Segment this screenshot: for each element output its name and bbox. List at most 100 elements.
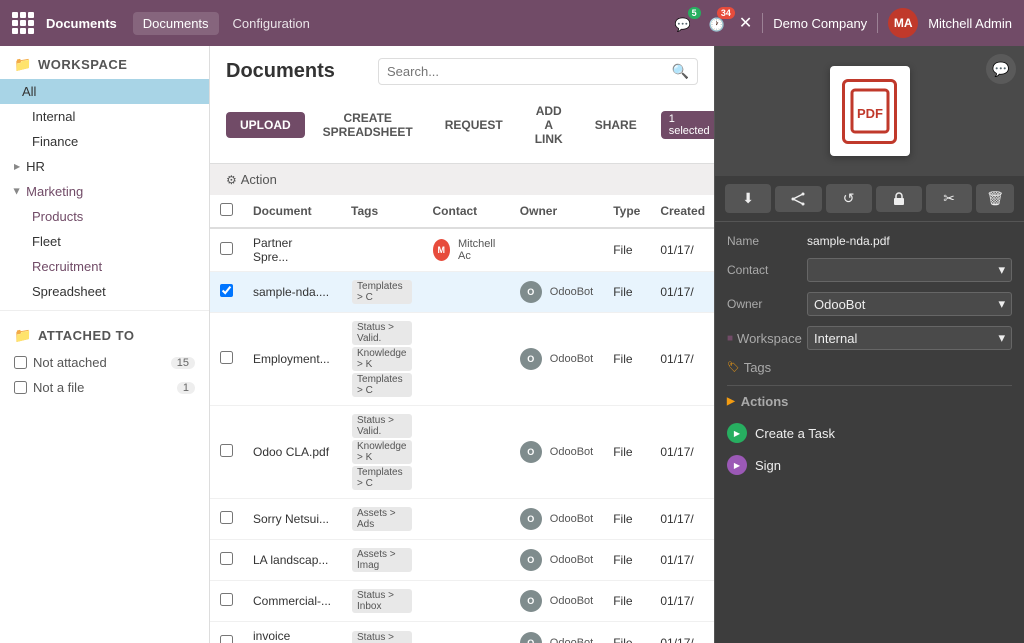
- sidebar-item-hr[interactable]: ▶ HR: [0, 154, 209, 179]
- table-row[interactable]: Employment... Status > Valid. Knowledge …: [210, 313, 714, 406]
- doc-type-7: File: [603, 581, 650, 622]
- activity-notification-btn[interactable]: 🕐 34: [705, 11, 729, 36]
- split-btn[interactable]: ✂: [926, 184, 972, 213]
- folder-orange-icon: 📁: [14, 327, 32, 344]
- tag-pill: Knowledge > K: [352, 347, 411, 371]
- col-document[interactable]: Document: [243, 195, 341, 228]
- doc-type-5: File: [603, 499, 650, 540]
- doc-contact-4: [423, 406, 510, 499]
- sidebar-item-internal[interactable]: Internal: [0, 104, 209, 129]
- company-name: Demo Company: [773, 16, 867, 31]
- user-avatar[interactable]: MA: [888, 8, 918, 38]
- trash-btn[interactable]: 🗑: [976, 184, 1014, 213]
- workspace-select[interactable]: Internal ▾: [807, 326, 1012, 350]
- owner-name-8: OdooBot: [550, 637, 593, 643]
- doc-name-4: Odoo CLA.pdf: [243, 406, 341, 499]
- brand[interactable]: Documents: [46, 16, 117, 31]
- panel-preview: PDF 💬: [715, 46, 1024, 176]
- row-checkbox-7[interactable]: [220, 593, 233, 606]
- page-header: Documents 🔍 UPLOAD CREATE SPREADSHEET RE…: [210, 46, 714, 164]
- row-checkbox-2[interactable]: [220, 284, 233, 297]
- action-button[interactable]: ⚙ Action: [226, 172, 277, 187]
- sidebar-item-fleet[interactable]: Fleet: [0, 229, 209, 254]
- table-row[interactable]: Commercial-... Status > Inbox O OdooBot …: [210, 581, 714, 622]
- not-a-file-checkbox[interactable]: [14, 381, 27, 394]
- owner-select[interactable]: OdooBot ▾: [807, 292, 1012, 316]
- row-checkbox-6[interactable]: [220, 552, 233, 565]
- app-grid-icon[interactable]: [12, 12, 34, 34]
- doc-tags-8: Status > Inbox: [341, 622, 422, 643]
- share-panel-btn[interactable]: [775, 186, 821, 212]
- search-input[interactable]: [387, 64, 672, 79]
- create-spreadsheet-button[interactable]: CREATE SPREADSHEET: [309, 105, 427, 145]
- table-row[interactable]: Odoo CLA.pdf Status > Valid. Knowledge >…: [210, 406, 714, 499]
- sidebar-item-all[interactable]: All: [0, 79, 209, 104]
- owner-name-4: OdooBot: [550, 446, 593, 458]
- table-row[interactable]: LA landscap... Assets > Imag O OdooBot F…: [210, 540, 714, 581]
- navbar: Documents Documents Configuration 💬 5 🕐 …: [0, 0, 1024, 46]
- chat-notification-btn[interactable]: 💬 5: [670, 11, 694, 36]
- sidebar-item-products[interactable]: Products: [0, 204, 209, 229]
- row-checkbox-1[interactable]: [220, 242, 233, 255]
- doc-contact-7: [423, 581, 510, 622]
- doc-name-5: Sorry Netsui...: [243, 499, 341, 540]
- request-button[interactable]: REQUEST: [431, 112, 517, 138]
- nav-documents[interactable]: Documents: [133, 12, 219, 35]
- folder-purple-icon: 📁: [14, 56, 32, 73]
- col-created[interactable]: Created: [650, 195, 714, 228]
- sign-action[interactable]: ▶ Sign: [727, 449, 1012, 481]
- clock-icon: 🕐: [709, 17, 725, 32]
- sidebar-item-marketing[interactable]: ▶ Marketing: [0, 179, 209, 204]
- add-link-button[interactable]: ADD A LINK: [521, 98, 577, 152]
- lock-btn[interactable]: [876, 186, 922, 212]
- chat-badge: 5: [688, 7, 701, 19]
- doc-name-1: Partner Spre...: [243, 228, 341, 272]
- tags-field-label: 🏷 Tags: [727, 360, 807, 375]
- doc-owner-1: [510, 228, 603, 272]
- chat-panel-btn[interactable]: 💬: [986, 54, 1016, 84]
- upload-button[interactable]: UPLOAD: [226, 112, 305, 138]
- owner-avatar-5: O: [520, 508, 542, 530]
- sidebar-item-finance[interactable]: Finance: [0, 129, 209, 154]
- col-contact[interactable]: Contact: [423, 195, 510, 228]
- table-row[interactable]: invoice Open... Status > Inbox O OdooBot…: [210, 622, 714, 643]
- row-checkbox-4[interactable]: [220, 444, 233, 457]
- row-checkbox-5[interactable]: [220, 511, 233, 524]
- doc-created-4: 01/17/: [650, 406, 714, 499]
- sidebar-item-recruitment[interactable]: Recruitment: [0, 254, 209, 279]
- doc-name-7: Commercial-...: [243, 581, 341, 622]
- row-checkbox-3[interactable]: [220, 351, 233, 364]
- owner-name-6: OdooBot: [550, 554, 593, 566]
- select-all-checkbox[interactable]: [220, 203, 233, 216]
- col-owner[interactable]: Owner: [510, 195, 603, 228]
- col-tags[interactable]: Tags: [341, 195, 422, 228]
- share-button[interactable]: SHARE: [581, 112, 651, 138]
- owner-name-7: OdooBot: [550, 595, 593, 607]
- actions-section-header[interactable]: ▶ Actions: [727, 394, 1012, 409]
- row-checkbox-8[interactable]: [220, 635, 233, 643]
- tags-field-row: 🏷 Tags: [727, 360, 1012, 375]
- create-task-action[interactable]: ▶ Create a Task: [727, 417, 1012, 449]
- contact-select[interactable]: ▾: [807, 258, 1012, 282]
- sidebar-item-spreadsheet[interactable]: Spreadsheet: [0, 279, 209, 304]
- close-icon[interactable]: ✕: [739, 13, 752, 33]
- table-row[interactable]: Partner Spre... M Mitchell Ac File 01/17…: [210, 228, 714, 272]
- search-icon: 🔍: [672, 63, 689, 80]
- table-row[interactable]: sample-nda.... Templates > C O OdooBot F…: [210, 272, 714, 313]
- nav-configuration[interactable]: Configuration: [223, 12, 320, 35]
- replace-btn[interactable]: ↺: [826, 184, 872, 213]
- tag-pill: Templates > C: [352, 280, 411, 304]
- sidebar-item-not-attached[interactable]: Not attached 15: [0, 350, 209, 375]
- col-type[interactable]: Type: [603, 195, 650, 228]
- doc-tags-4: Status > Valid. Knowledge > K Templates …: [341, 406, 422, 499]
- search-bar[interactable]: 🔍: [378, 58, 698, 85]
- workspace-section-title: 📁 WORKSPACE: [0, 46, 209, 79]
- chat-icon: 💬: [674, 17, 690, 32]
- table-row[interactable]: Sorry Netsui... Assets > Ads O OdooBot F…: [210, 499, 714, 540]
- doc-type-6: File: [603, 540, 650, 581]
- not-attached-checkbox[interactable]: [14, 356, 27, 369]
- download-btn[interactable]: ⬇: [725, 184, 771, 213]
- sidebar-item-not-a-file[interactable]: Not a file 1: [0, 375, 209, 400]
- sidebar-fleet-label: Fleet: [32, 234, 61, 249]
- panel-divider: [727, 385, 1012, 386]
